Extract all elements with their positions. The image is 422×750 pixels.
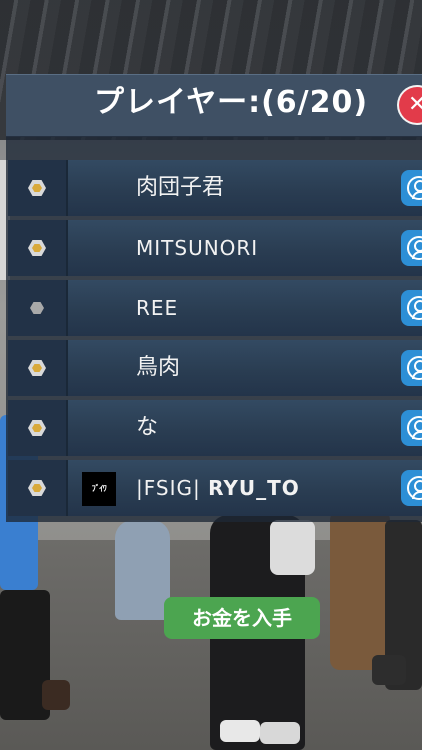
profile-button[interactable] [401, 170, 422, 206]
team-logo: ﾌﾞｲﾜ [82, 472, 116, 506]
rank-cell [8, 280, 68, 336]
close-icon: ✕ [408, 92, 422, 117]
gold-hex-icon [28, 240, 46, 256]
player-name: |FSIG| RYU_TO [136, 460, 300, 516]
player-name: な [136, 415, 159, 440]
player-name: MITSUNORI [136, 236, 259, 260]
gold-hex-icon [28, 180, 46, 196]
background-character [270, 520, 315, 575]
player-row[interactable]: REE [8, 280, 422, 336]
profile-button[interactable] [401, 410, 422, 446]
background-shoe [42, 680, 70, 710]
panel-title: プレイヤー:(6/20) [94, 85, 369, 120]
rank-cell [8, 220, 68, 276]
rank-cell [8, 460, 68, 516]
gray-hex-icon [30, 302, 44, 314]
player-row[interactable]: な [8, 400, 422, 456]
gold-hex-icon [28, 360, 46, 376]
game-screen: プレイヤー:(6/20) ✕ 肉団子君 MITSUNORI REE 鳥肉 な ﾌ… [0, 0, 422, 750]
player-clan-tag: |FSIG| [136, 476, 201, 500]
gold-hex-icon [28, 420, 46, 436]
background-shoe [220, 720, 260, 742]
profile-button[interactable] [401, 230, 422, 266]
profile-button[interactable] [401, 350, 422, 386]
profile-button[interactable] [401, 470, 422, 506]
gold-hex-icon [28, 480, 46, 496]
player-row[interactable]: 肉団子君 [8, 160, 422, 216]
player-name: 肉団子君 [136, 175, 225, 200]
rank-cell [8, 400, 68, 456]
profile-button[interactable] [401, 290, 422, 326]
background-shoe [260, 722, 300, 744]
player-row[interactable]: 鳥肉 [8, 340, 422, 396]
rank-cell [8, 340, 68, 396]
background-character [330, 510, 390, 670]
close-button[interactable]: ✕ [399, 87, 422, 123]
player-name: 鳥肉 [136, 355, 181, 380]
player-name: REE [136, 296, 179, 320]
player-list-panel: プレイヤー:(6/20) ✕ 肉団子君 MITSUNORI REE 鳥肉 な ﾌ… [6, 74, 422, 522]
player-list: 肉団子君 MITSUNORI REE 鳥肉 な ﾌﾞｲﾜ |FSIG| RYU_… [6, 136, 422, 522]
player-row[interactable]: ﾌﾞｲﾜ |FSIG| RYU_TO [8, 460, 422, 516]
background-character [115, 520, 170, 620]
player-name-main: RYU_TO [208, 476, 300, 500]
panel-header: プレイヤー:(6/20) ✕ [6, 74, 422, 137]
get-money-button[interactable]: お金を入手 [164, 597, 320, 639]
rank-cell [8, 160, 68, 216]
player-row[interactable]: MITSUNORI [8, 220, 422, 276]
background-shoe [372, 655, 406, 685]
